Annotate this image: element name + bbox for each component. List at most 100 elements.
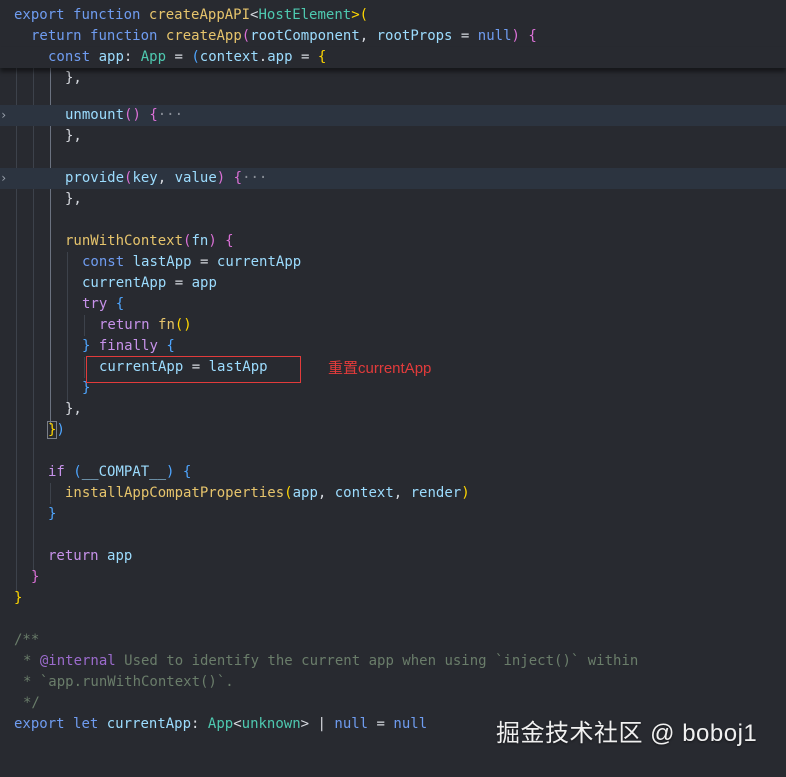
code-line[interactable]: */ bbox=[0, 693, 786, 714]
code-line[interactable]: runWithContext(fn) { bbox=[0, 231, 786, 252]
code-token: installAppCompatProperties bbox=[65, 485, 285, 501]
folded-ellipsis[interactable]: ··· bbox=[158, 107, 183, 123]
code-token: = bbox=[191, 254, 217, 270]
code-token: }, bbox=[65, 128, 82, 144]
code-token: . bbox=[258, 49, 268, 65]
code-token: { bbox=[528, 28, 537, 44]
code-token: } bbox=[31, 569, 40, 585]
code-line[interactable]: } bbox=[0, 567, 786, 588]
code-token: ) bbox=[216, 170, 234, 186]
code-line[interactable]: currentApp = app bbox=[0, 273, 786, 294]
code-token: fn bbox=[191, 233, 209, 249]
code-line[interactable]: /** bbox=[0, 630, 786, 651]
code-token: if bbox=[48, 464, 65, 480]
code-token: () bbox=[174, 317, 192, 333]
code-token: @internal bbox=[39, 653, 116, 669]
code-line[interactable]: }, bbox=[0, 68, 786, 89]
code-token: app bbox=[98, 49, 124, 65]
code-line[interactable]: const app: App = (context.app = { bbox=[0, 47, 786, 68]
code-token: currentApp bbox=[216, 254, 302, 270]
code-token: currentApp bbox=[106, 716, 192, 732]
code-line[interactable]: }, bbox=[0, 399, 786, 420]
code-line[interactable]: export function createAppAPI<HostElement… bbox=[0, 5, 786, 26]
code-token: return bbox=[48, 548, 99, 564]
code-line-folded[interactable]: › unmount() {··· bbox=[0, 105, 786, 126]
code-token: createAppAPI bbox=[148, 7, 251, 23]
code-token: ( bbox=[73, 464, 82, 480]
code-token: , bbox=[157, 170, 175, 186]
code-token: , bbox=[317, 485, 335, 501]
code-token: { bbox=[182, 464, 192, 480]
code-token: = bbox=[166, 49, 192, 65]
code-token: { bbox=[115, 296, 125, 312]
code-token: runWithContext bbox=[65, 233, 184, 249]
code-line[interactable]: return function createApp(rootComponent,… bbox=[0, 26, 786, 47]
code-token: ( bbox=[241, 28, 251, 44]
code-token: { bbox=[317, 49, 327, 65]
code-token: } bbox=[48, 506, 57, 522]
code-token: export bbox=[14, 7, 65, 23]
code-token: : bbox=[123, 49, 141, 65]
code-token: * bbox=[23, 653, 40, 669]
code-line[interactable]: try { bbox=[0, 294, 786, 315]
code-line[interactable]: } finally { bbox=[0, 336, 786, 357]
code-line[interactable]: const lastApp = currentApp bbox=[0, 252, 786, 273]
code-token: HostElement bbox=[258, 7, 352, 23]
code-token: finally bbox=[98, 338, 158, 354]
code-token: } bbox=[82, 338, 91, 354]
code-token: createApp bbox=[165, 28, 242, 44]
code-token: context bbox=[199, 49, 259, 65]
code-editor[interactable]: export function createAppAPI < HostElement… bbox=[0, 0, 786, 766]
code-token: app bbox=[107, 548, 133, 564]
code-token: */ bbox=[23, 695, 40, 711]
code-token: app bbox=[267, 49, 293, 65]
code-line[interactable]: if (__COMPAT__) { bbox=[0, 462, 786, 483]
code-token: ) bbox=[461, 485, 470, 501]
code-token: ) bbox=[56, 422, 65, 438]
code-token: * `app.runWithContext()`. bbox=[23, 674, 234, 690]
code-token: try bbox=[82, 296, 108, 312]
code-token: = bbox=[452, 28, 478, 44]
code-line[interactable]: }, bbox=[0, 189, 786, 210]
code-token: rootProps bbox=[376, 28, 453, 44]
code-token: render bbox=[410, 485, 462, 501]
code-token: { bbox=[149, 107, 158, 123]
code-token: function bbox=[90, 28, 158, 44]
code-token: | bbox=[309, 716, 335, 732]
code-token: null bbox=[477, 28, 512, 44]
code-token: ) bbox=[511, 28, 529, 44]
code-line-folded[interactable]: › provide(key, value) {··· bbox=[0, 168, 786, 189]
code-token: ) bbox=[166, 464, 183, 480]
code-line[interactable]: * `app.runWithContext()`. bbox=[0, 672, 786, 693]
code-line[interactable]: } bbox=[0, 588, 786, 609]
code-token: key bbox=[132, 170, 158, 186]
code-token: { bbox=[166, 338, 175, 354]
code-token: = bbox=[166, 275, 192, 291]
code-line[interactable]: return app bbox=[0, 546, 786, 567]
code-line[interactable]: * @internal Used to identify the current… bbox=[0, 651, 786, 672]
code-token: ( bbox=[284, 485, 293, 501]
highlight-box bbox=[86, 356, 301, 383]
code-token: App bbox=[207, 716, 234, 732]
code-line[interactable]: }, bbox=[0, 126, 786, 147]
code-token: : bbox=[191, 716, 208, 732]
code-token: }, bbox=[65, 191, 82, 207]
folded-ellipsis[interactable]: ··· bbox=[242, 170, 267, 186]
code-token: = bbox=[292, 49, 318, 65]
code-token: app bbox=[191, 275, 217, 291]
code-line[interactable]: }) bbox=[0, 420, 786, 441]
code-line[interactable]: } bbox=[0, 504, 786, 525]
code-token: } bbox=[14, 590, 23, 606]
code-token: = bbox=[368, 716, 394, 732]
code-line[interactable]: installAppCompatProperties(app, context,… bbox=[0, 483, 786, 504]
code-token: Used to identify the current app when us… bbox=[115, 653, 639, 669]
watermark: 掘金技术社区 @ boboj1 bbox=[496, 720, 758, 747]
code-token: provide bbox=[65, 170, 125, 186]
code-token: return bbox=[31, 28, 82, 44]
code-token: ( bbox=[191, 49, 200, 65]
code-token: function bbox=[73, 7, 141, 23]
code-token: , bbox=[393, 485, 411, 501]
chevron-right-icon[interactable]: › bbox=[0, 168, 10, 189]
code-line[interactable]: return fn() bbox=[0, 315, 786, 336]
code-token: value bbox=[174, 170, 217, 186]
